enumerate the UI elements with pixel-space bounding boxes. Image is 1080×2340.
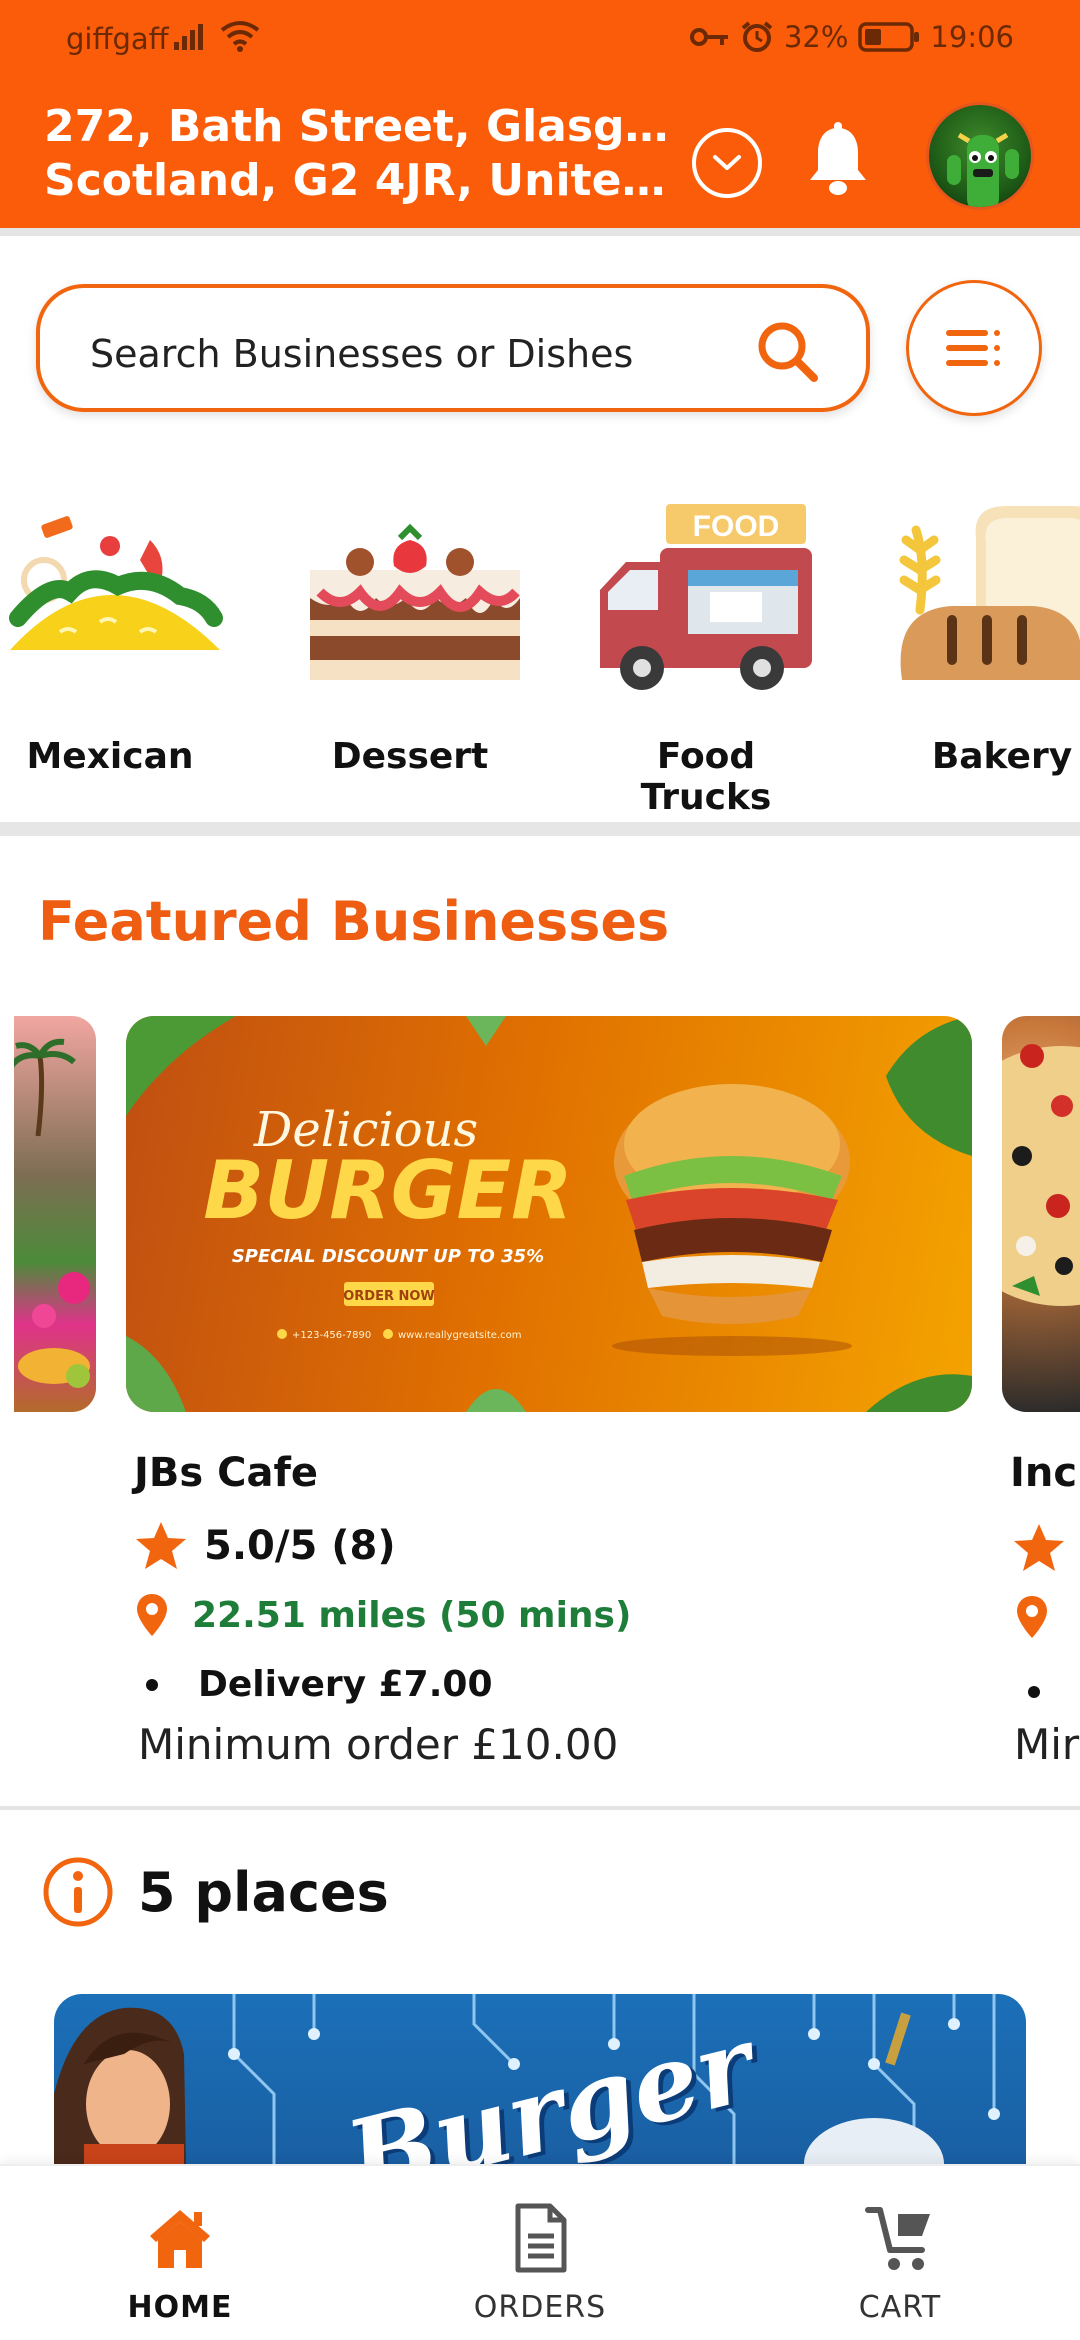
location-pin-icon: [1017, 1596, 1047, 1638]
category-bakery[interactable]: Bakery: [882, 480, 1080, 810]
bullet-dot: [1028, 1686, 1040, 1698]
info-icon: [43, 1857, 113, 1927]
places-count: 5 places: [42, 1856, 389, 1928]
nav-cart[interactable]: CART: [720, 2166, 1080, 2340]
delivery-fee: Delivery £7.00: [198, 1664, 493, 1705]
star-icon: [1014, 1524, 1064, 1571]
home-icon: [150, 2210, 210, 2268]
minimum-order: Minimum order £10.00: [138, 1720, 619, 1769]
carrier-name: giffgaff: [66, 22, 169, 56]
food-truck-sign: FOOD: [693, 510, 780, 543]
signal-icon: [174, 24, 203, 50]
category-food-trucks[interactable]: FOOD Food Trucks: [586, 480, 826, 818]
status-bar: giffgaff 32% 19:06: [0, 0, 1080, 80]
bottom-navigation: HOME ORDERS CART: [0, 2164, 1080, 2340]
search-placeholder: Search Businesses or Dishes: [90, 332, 634, 376]
nav-label: CART: [858, 2290, 942, 2325]
category-label: Food Trucks: [640, 736, 772, 818]
nav-orders[interactable]: ORDERS: [360, 2166, 720, 2340]
key-icon: [689, 28, 728, 46]
burger-banner-image: Delicious BURGER SPECIAL DISCOUNT UP TO …: [126, 1016, 972, 1412]
category-mexican[interactable]: Mexican: [0, 480, 230, 810]
battery-percent: 32%: [783, 20, 849, 54]
notification-bell-icon[interactable]: [806, 122, 870, 202]
featured-card-next[interactable]: [1002, 1016, 1080, 1412]
featured-card-previous[interactable]: [14, 1016, 96, 1412]
header-divider: [0, 228, 1080, 236]
search-input[interactable]: Search Businesses or Dishes: [36, 284, 870, 412]
category-label: Mexican: [26, 736, 194, 777]
battery-icon: [858, 22, 920, 52]
wifi-icon: [220, 21, 260, 52]
section-divider: [0, 822, 1080, 836]
filter-list-icon: [946, 330, 1000, 366]
nav-label: ORDERS: [473, 2290, 607, 2325]
star-icon: [136, 1522, 186, 1569]
banner-phone: +123-456-7890: [292, 1330, 371, 1341]
category-dessert[interactable]: Dessert: [290, 480, 530, 810]
business-delivery: Delivery £7.00: [146, 1664, 493, 1705]
banner-cta: ORDER NOW: [343, 1289, 435, 1304]
business-distance: 22.51 miles (50 mins): [134, 1592, 631, 1638]
cake-icon: [310, 523, 520, 680]
category-label: Dessert: [331, 736, 489, 777]
business-name[interactable]: JBs Cafe: [134, 1450, 318, 1496]
pizza-image: [1002, 1044, 1080, 1306]
banner-site: www.reallygreatsite.com: [398, 1330, 521, 1341]
search-icon[interactable]: [754, 318, 820, 384]
distance-text: 22.51 miles (50 mins): [192, 1594, 632, 1636]
featured-title: Featured Businesses: [38, 890, 670, 953]
location-pin-icon: [137, 1594, 167, 1636]
places-count-text: 5 places: [138, 1860, 389, 1924]
cactus-avatar-icon: [947, 132, 1019, 207]
palm-tree-image: [14, 1038, 90, 1388]
app-header: giffgaff 32% 19:06 272, Bath Street, Gla…: [0, 0, 1080, 228]
section-divider: [0, 1806, 1080, 1810]
business-rating: 5.0/5 (8): [134, 1520, 396, 1572]
filter-menu-button[interactable]: [906, 280, 1042, 416]
alarm-icon: [741, 21, 773, 52]
place-card-promo[interactable]: Burger: [54, 1994, 1026, 2164]
featured-card-jbs-cafe[interactable]: Delicious BURGER SPECIAL DISCOUNT UP TO …: [126, 1016, 972, 1412]
address-line-1: 272, Bath Street, Glasgow,: [44, 101, 684, 152]
clock: 19:06: [930, 20, 1014, 54]
bread-icon: [899, 506, 1080, 680]
cart-icon: [865, 2207, 930, 2270]
orders-icon: [515, 2203, 567, 2273]
minimum-order-next: Mir: [1014, 1720, 1080, 1769]
food-truck-icon: FOOD: [600, 504, 812, 690]
category-list: Mexican Dessert FOOD Food Trucks Bakery: [0, 480, 1080, 818]
delivery-address[interactable]: 272, Bath Street, Glasgow, Scotland, G2 …: [44, 100, 684, 208]
banner-headline: BURGER: [203, 1144, 572, 1237]
category-label: Bakery: [931, 736, 1073, 777]
address-dropdown-button[interactable]: [692, 128, 762, 198]
bullet-dot: [146, 1678, 158, 1691]
user-avatar[interactable]: [926, 102, 1034, 210]
banner-subline: SPECIAL DISCOUNT UP TO 35%: [232, 1246, 544, 1267]
business-name-next[interactable]: Inc: [1010, 1450, 1077, 1496]
nav-label: HOME: [127, 2290, 233, 2325]
taco-icon: [9, 516, 223, 650]
rating-text: 5.0/5 (8): [204, 1523, 396, 1569]
address-line-2: Scotland, G2 4JR, United ...: [44, 155, 684, 206]
chevron-down-icon: [713, 155, 741, 170]
nav-home[interactable]: HOME: [0, 2166, 360, 2340]
